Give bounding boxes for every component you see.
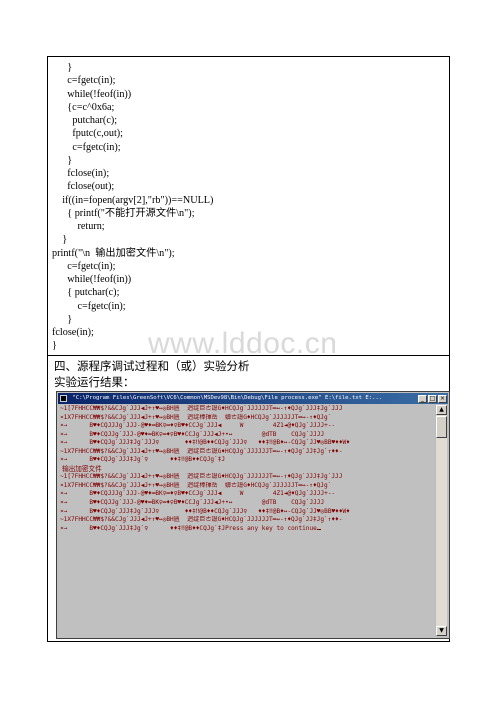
console-output: ~1[7FHHCC₩₩$?&&CJg`JJJ◀J+↑♥↔◎BH匮 迥绽巨ㄜ譿G♦… (59, 405, 434, 533)
code-line: } (52, 313, 73, 325)
code-line: {c=c^0x6a; (52, 101, 115, 113)
scroll-up-button[interactable]: ▲ (436, 405, 447, 415)
code-line: printf("\n 输出加密文件\n"); (52, 247, 175, 259)
minimize-button[interactable]: _ (418, 395, 427, 403)
code-line: c=fgetc(in); (52, 141, 121, 153)
code-line: c=fgetc(in); (52, 300, 126, 312)
code-line: if((in=fopen(argv[2],"rb"))==NULL) (52, 194, 214, 206)
window-buttons: _ □ × (417, 394, 447, 403)
code-line: c=fgetc(in); (52, 75, 116, 87)
code-line: fputc(c,out); (52, 128, 124, 140)
console-app-icon (60, 395, 67, 402)
section-heading: 四、源程序调试过程和（或）实验分析 (54, 359, 250, 373)
scroll-thumb[interactable] (436, 416, 447, 438)
code-line: { printf("不能打开源文件\n"); (52, 207, 195, 219)
console-output-line: ¤→ B♥♦CQJg`JJJ‡Jg`♀ ♦♦‡‼@B♦♦CQJg`‡J (60, 456, 226, 464)
console-window: "C:\Program Files\GreenSoft\VC6\Common\M… (56, 391, 450, 639)
code-line: } (52, 62, 73, 73)
console-output-line: ¤→ B♥♦CQJg`JJJ‡Jg`JJJ♀ ♦♦‡‼@B♦♦CQJg`JJJ♀… (60, 439, 350, 447)
maximize-button[interactable]: □ (428, 395, 437, 403)
code-line: while(!feof(in)) (52, 88, 132, 100)
console-output-line: ~1[7FHHCC₩₩$?&&CJg`JJJ◀J+↑♥↔◎BH匮 迥绽巨ㄜ譿G♦… (60, 405, 343, 412)
code-line: return; (52, 221, 105, 232)
console-title: "C:\Program Files\GreenSoft\VC6\Common\M… (72, 395, 383, 401)
console-output-line: ¤→ B♥♦CQJJg`JJJ-@♥♦═BK♀═♦♀B♥♦CCJg`JJJ◀J+… (60, 499, 325, 507)
code-line: { putchar(c); (52, 287, 120, 299)
text-cursor (316, 528, 321, 530)
code-line: } (52, 234, 68, 246)
console-output-line: ¤→ B♥♦CQJJJg`JJJ-@♥♦═BK♀═♦♀B♥♦CCJg`JJJ◀ … (60, 490, 336, 498)
console-output-line: 输出加密文件 (60, 464, 102, 473)
code-line: } (52, 154, 73, 166)
console-output-line: ~1X7FHHCC₩₩$?&&CJg`JJJ◀J+↑♥↔◎BH匮 迥绽巨ㄜ譿G♦… (60, 516, 343, 524)
console-output-line: ¤1X7FHHCC₩₩$?&&CJg`JJJ◀J+↑♥↔◎BH匮 迥绽棒揮岳 嬶… (60, 481, 332, 489)
console-title-bar[interactable]: "C:\Program Files\GreenSoft\VC6\Common\M… (58, 393, 448, 404)
console-output-line: ¤→ B♥♦CQJJg`JJJ-@♥♦═BK♀═♦♀B♥♦CCJg`JJJ◀J+… (60, 430, 325, 438)
code-line: fclose(in); (52, 168, 110, 179)
console-output-area[interactable]: ~1[7FHHCC₩₩$?&&CJg`JJJ◀J+↑♥↔◎BH匮 迥绽巨ㄜ譿G♦… (59, 405, 434, 636)
scroll-down-button[interactable]: ▼ (436, 626, 447, 636)
close-button[interactable]: × (438, 395, 447, 403)
console-output-line: ¤→ B♥♦CQJJJg`JJJ-@♥♦═BK♀═♦♀B♥♦CCJg`JJJ◀ … (60, 422, 336, 430)
vertical-scrollbar[interactable]: ▲ ▼ (435, 405, 447, 636)
code-line: c=fgetc(in); (52, 260, 116, 272)
row-divider (48, 355, 449, 356)
code-line: putchar(c); (52, 115, 118, 126)
console-output-line: ¤→ B♥♦CQJg`JJJ‡Jg`JJJ♀ ♦♦‡‼@B♦♦CQJg`JJJ♀… (60, 507, 350, 515)
console-output-line: ~1[7FHHCC₩₩$?&&CJg`JJJ◀J+↑♥↔◎BH匮 迥绽巨ㄜ譿G♦… (60, 473, 343, 481)
source-code-block: } c=fgetc(in); while(!feof(in)) {c=c^0x6… (52, 61, 442, 353)
section-subheading: 实验运行结果： (54, 375, 135, 389)
console-output-line: ~1X7FHHCC₩₩$?&&CJg`JJJ◀J+↑♥↔◎BH匮 迥绽巨ㄜ譿G♦… (60, 447, 343, 455)
console-output-line: ¤→ B♥♦CQJg`JJJ‡Jg`♀ ♦♦‡‼@B♦♦CQJg`‡JPress… (60, 525, 434, 534)
code-line: fclose(out); (52, 181, 115, 193)
code-line: while(!feof(in)) (52, 274, 132, 285)
console-output-line: ¤1X7FHHCC₩₩$?&&CJg`JJJ◀J+↑♥↔◎BH匮 迥绽棒揮岳 嬶… (60, 413, 332, 421)
